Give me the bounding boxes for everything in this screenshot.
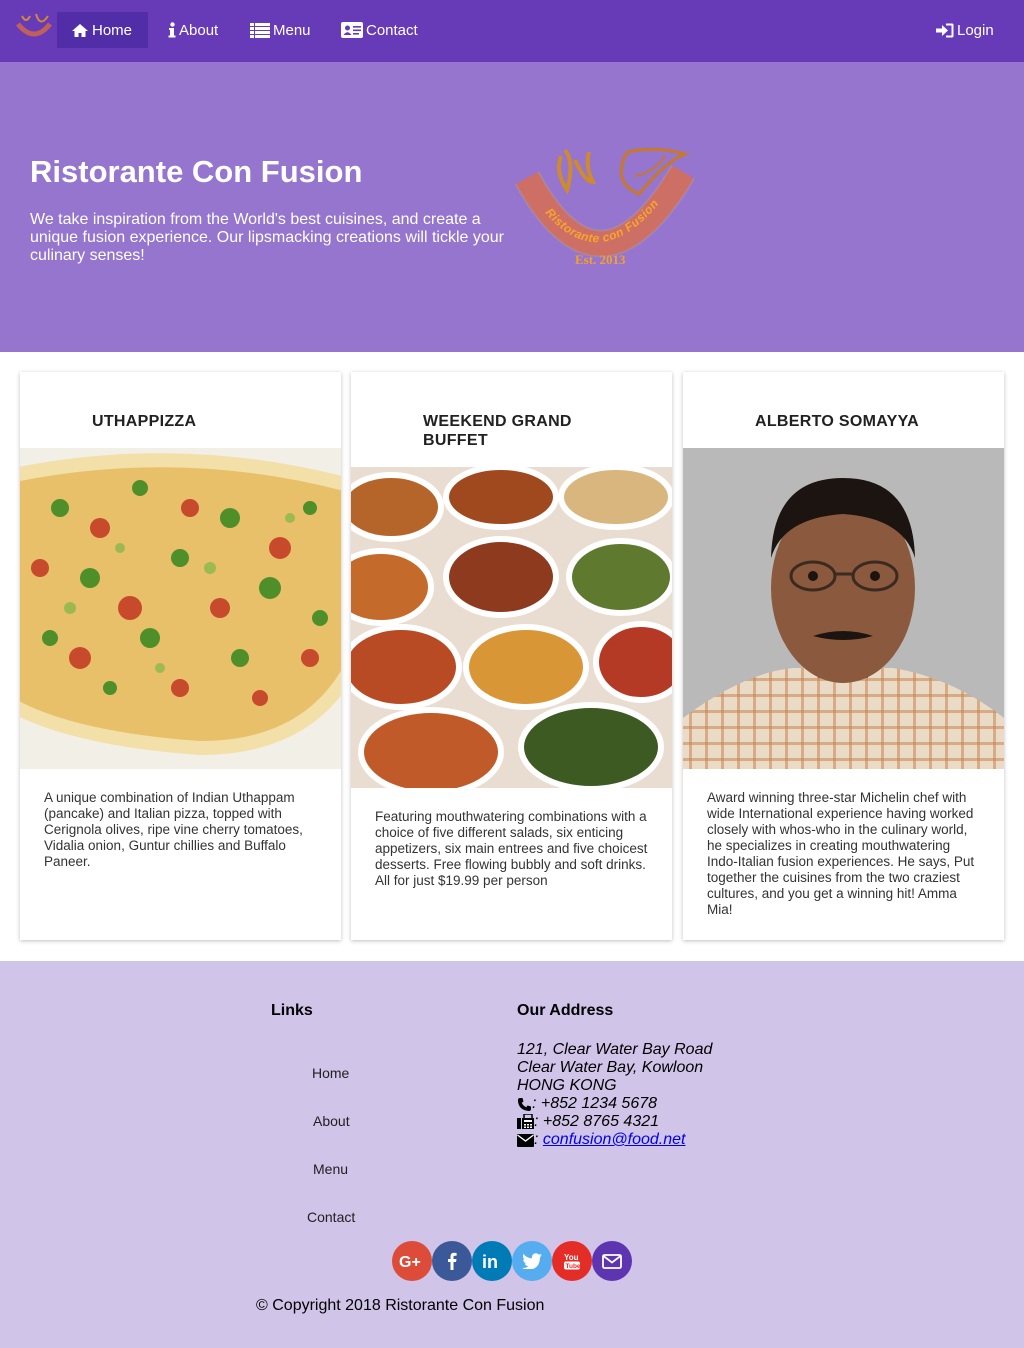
buffet-photo	[351, 467, 672, 788]
email-row: : confusion@food.net	[517, 1131, 712, 1149]
nav-menu-label: Menu	[273, 21, 311, 39]
nav-about-label: About	[179, 21, 219, 39]
twitter-button[interactable]	[512, 1241, 552, 1281]
phone-number: : +852 1234 5678	[532, 1095, 658, 1112]
copyright-text: © Copyright 2018 Ristorante Con Fusion	[256, 1297, 545, 1314]
sign-in-icon	[936, 23, 954, 37]
address-line: Clear Water Bay, Kowloon	[517, 1059, 704, 1076]
jumbotron-text: We take inspiration from the World's bes…	[30, 211, 504, 264]
svg-text:G+: G+	[399, 1254, 421, 1269]
nav-home[interactable]: Home	[57, 12, 148, 48]
card-chef: ALBERTO SOMAYYA Award winning three-star	[683, 372, 1004, 940]
nav-home-label: Home	[92, 21, 133, 39]
card-text: Award winning three-star Michelin chef w…	[707, 790, 975, 917]
nav-about[interactable]: About	[154, 12, 232, 48]
facebook-icon	[448, 1252, 457, 1270]
card-title: WEEKEND GRAND BUFFET	[423, 413, 572, 449]
youtube-icon: You Tube	[564, 1253, 581, 1270]
pizza-photo	[20, 448, 341, 769]
linkedin-icon: in	[482, 1252, 498, 1270]
fax-icon	[517, 1114, 534, 1129]
address-line: 121, Clear Water Bay Road	[517, 1041, 713, 1058]
info-icon	[168, 22, 176, 38]
home-icon	[72, 23, 88, 37]
svg-text:Tube: Tube	[566, 1263, 581, 1270]
google-plus-button[interactable]: G+	[392, 1241, 432, 1281]
chef-portrait-photo	[683, 448, 1004, 769]
nav-menu[interactable]: Menu	[236, 12, 325, 48]
card-text: Featuring mouthwatering combinations wit…	[375, 809, 648, 888]
svg-text:You: You	[564, 1253, 579, 1262]
envelope-icon	[517, 1133, 534, 1147]
twitter-icon	[522, 1253, 542, 1269]
footer-link-contact[interactable]: Contact	[307, 1209, 355, 1225]
brand-logo[interactable]	[14, 10, 54, 44]
footer-link-menu[interactable]: Menu	[313, 1161, 348, 1177]
nav-contact-label: Contact	[366, 21, 418, 39]
footer: Links Home About Menu Contact Our Addres…	[0, 961, 1024, 1348]
login-button[interactable]: Login	[922, 12, 1008, 48]
login-label: Login	[957, 21, 994, 39]
address-block: 121, Clear Water Bay Road Clear Water Ba…	[517, 1041, 712, 1149]
card-text: A unique combination of Indian Uthappam …	[44, 790, 303, 869]
youtube-button[interactable]: You Tube	[552, 1241, 592, 1281]
fax-number: : +852 8765 4321	[534, 1113, 660, 1130]
svg-text:in: in	[482, 1252, 498, 1270]
restaurant-logo: Ristorante con Fusion Est. 2013	[515, 147, 695, 267]
card-title: ALBERTO SOMAYYA	[755, 413, 919, 430]
fax-row: : +852 8765 4321	[517, 1113, 712, 1131]
email-link[interactable]: confusion@food.net	[543, 1131, 686, 1149]
logo-est-text: Est. 2013	[575, 252, 626, 267]
google-plus-icon: G+	[399, 1254, 421, 1269]
navbar: Home About Menu Contact Login	[0, 0, 1024, 62]
jumbotron-title: Ristorante Con Fusion	[30, 154, 363, 189]
card-title: UTHAPPIZZA	[92, 413, 197, 430]
mail-button[interactable]	[592, 1241, 632, 1281]
nav-contact[interactable]: Contact	[327, 12, 432, 48]
list-icon	[250, 22, 270, 38]
footer-link-home[interactable]: Home	[312, 1065, 349, 1081]
card-weekend-buffet: WEEKEND GRAND BUFFET Featuring mouthwate…	[351, 372, 672, 940]
address-card-icon	[341, 22, 363, 38]
address-line: HONG KONG	[517, 1077, 617, 1094]
links-heading: Links	[271, 1002, 313, 1019]
phone-icon	[518, 1097, 531, 1111]
footer-link-about[interactable]: About	[313, 1113, 350, 1129]
address-heading: Our Address	[517, 1002, 614, 1019]
phone-row: : +852 1234 5678	[517, 1095, 712, 1113]
linkedin-button[interactable]: in	[472, 1241, 512, 1281]
facebook-button[interactable]	[432, 1241, 472, 1281]
email-prefix: :	[534, 1131, 543, 1148]
mail-icon	[602, 1253, 622, 1269]
jumbotron: Ristorante Con Fusion We take inspiratio…	[0, 62, 1024, 352]
card-uthappizza: UTHAPPIZZA A unique combination of India…	[20, 372, 341, 940]
